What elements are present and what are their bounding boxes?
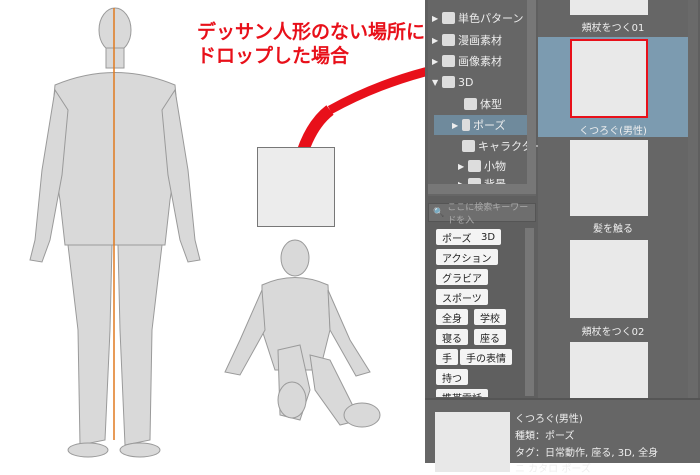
material-info: くつろぐ(男性) 種類：ポーズ タグ：日常動作, 座る, 3D, 全身 ニ カタ… [425, 398, 700, 475]
material-thumbnail-selected[interactable] [570, 39, 648, 118]
tag[interactable]: 3D [475, 229, 502, 245]
pose-icon [462, 119, 470, 131]
pattern-icon [442, 12, 455, 24]
tag-scrollbar[interactable] [525, 228, 534, 396]
body-type-icon [464, 98, 477, 110]
tree-item[interactable]: ▶ 画像素材 [432, 51, 502, 71]
grid-scrollbar[interactable] [688, 0, 698, 398]
tag[interactable]: 座る [474, 329, 506, 345]
material-thumbnail[interactable] [570, 0, 648, 15]
tag[interactable]: 寝る [436, 329, 468, 345]
tag[interactable]: グラビア [436, 269, 488, 285]
tag[interactable]: 手 [436, 349, 458, 365]
tree-scrollbar[interactable] [527, 0, 536, 184]
search-icon: 🔍 [433, 207, 445, 218]
info-tags: タグ：日常動作, 座る, 3D, 全身 [515, 448, 659, 459]
tree-item[interactable]: ▶ 小物 [458, 156, 506, 176]
tag-list: ポーズ 3D アクション グラビア スポーツ 全身 学校 寝る 座る 手 手の表… [428, 225, 536, 397]
tree-item[interactable]: ▶ 単色パターン [432, 8, 523, 28]
standing-mannequin [29, 7, 201, 458]
drag-preview-thumbnail [257, 147, 335, 227]
tag[interactable]: アクション [436, 249, 498, 265]
tree-item[interactable]: 体型 [464, 94, 502, 114]
tag[interactable]: 学校 [474, 309, 506, 325]
material-thumbnail[interactable] [570, 240, 648, 318]
material-label: 髪を触る [593, 224, 633, 235]
tag[interactable]: 手の表情 [460, 349, 512, 365]
manga-icon [442, 34, 455, 46]
material-thumbnail[interactable] [570, 140, 648, 216]
info-more: ニ カタロ ポーズ [515, 464, 591, 475]
keyword-search-input[interactable]: 🔍 ここに検索キーワードを入 [428, 203, 536, 226]
material-grid: 頬杖をつく01 くつろぐ(男性) 髪を触る 頬杖をつく02 [538, 0, 688, 398]
material-label: 頬杖をつく02 [581, 327, 645, 338]
sitting-mannequin [224, 239, 381, 428]
canvas-area[interactable]: デッサン人形のない場所に ドロップした場合 [0, 0, 541, 463]
caption-line-2: ドロップした場合 [197, 45, 350, 67]
tag[interactable]: スポーツ [436, 289, 488, 305]
material-tree: ▶ 単色パターン ▶ 漫画素材 ▶ 画像素材 ▼ 3D 体型 ▶ ポーズ キャラクター ▶… [428, 0, 544, 196]
tag[interactable]: 携帯電話 [436, 389, 488, 397]
caption-line-1: デッサン人形のない場所に [197, 21, 426, 43]
tag[interactable]: ポーズ [436, 229, 478, 245]
tag[interactable]: 持つ [436, 369, 468, 385]
tree-item[interactable]: ▶ 漫画素材 [432, 30, 502, 50]
tree-item-pose[interactable]: ▶ ポーズ [434, 115, 529, 135]
info-type: 種類：ポーズ [515, 431, 575, 442]
material-label: 頬杖をつく01 [581, 23, 645, 34]
tag[interactable]: 全身 [436, 309, 468, 325]
character-icon [462, 140, 475, 152]
material-thumbnail[interactable] [570, 342, 648, 398]
material-palette: ▶ 単色パターン ▶ 漫画素材 ▶ 画像素材 ▼ 3D 体型 ▶ ポーズ キャラクター ▶… [425, 0, 700, 475]
image-icon [442, 55, 455, 67]
tree-horizontal-scrollbar[interactable] [428, 184, 536, 194]
info-name: くつろぐ(男性) [515, 414, 583, 425]
info-thumbnail [435, 412, 510, 472]
tree-item-3d[interactable]: ▼ 3D [432, 72, 473, 92]
material-label: くつろぐ(男性) [579, 126, 647, 137]
cube-icon [442, 76, 455, 88]
prop-icon [468, 160, 481, 172]
mannequin-figures [29, 7, 541, 458]
